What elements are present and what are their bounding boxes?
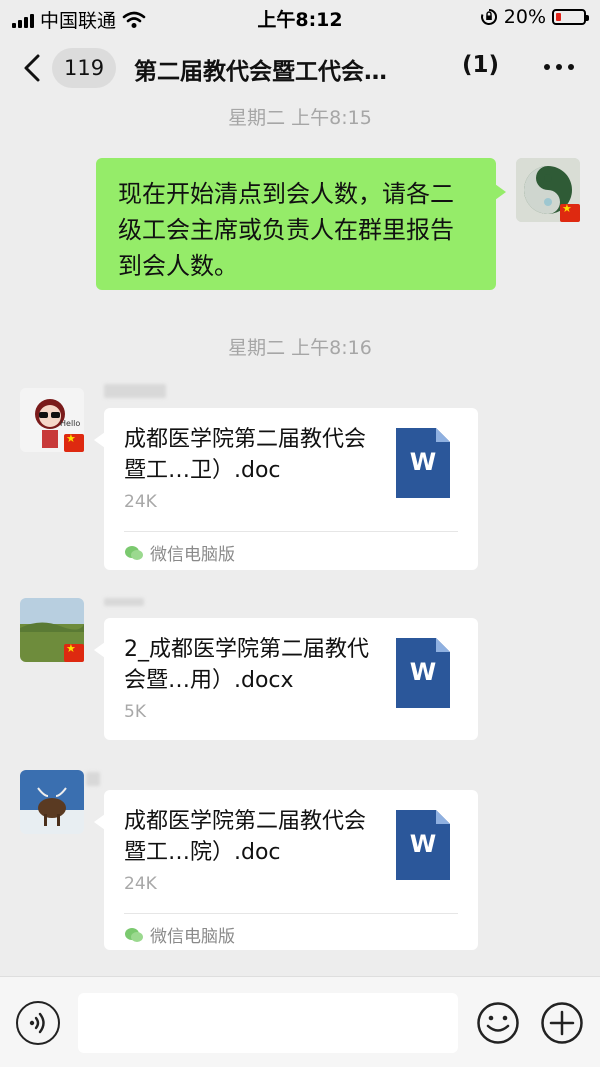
status-bar: 中国联通 上午8:12 20% (0, 0, 600, 34)
china-flag-icon (64, 642, 84, 662)
china-flag-icon (64, 432, 84, 452)
plus-icon[interactable] (540, 1001, 584, 1045)
file-size: 24K (124, 492, 157, 512)
sender-name (104, 598, 144, 606)
wechat-icon (125, 927, 143, 942)
more-options-icon[interactable] (544, 64, 574, 70)
timestamp: 星期二 上午8:16 (228, 337, 372, 359)
status-right: 20% (480, 6, 589, 28)
chat-header: 119 第二届教代会暨工代会… (1) (0, 34, 600, 102)
sender-name (104, 384, 166, 398)
china-flag-icon (560, 202, 580, 222)
file-message-card[interactable]: 2_成都医学院第二届教代会暨…用）.docx 5K W (94, 618, 478, 740)
timestamp: 星期二 上午8:15 (228, 107, 372, 129)
outgoing-message-bubble[interactable]: 现在开始清点到会人数，请各二级工会主席或负责人在群里报告到会人数。 (96, 158, 506, 290)
sender-name (86, 772, 100, 786)
battery-percent: 20% (503, 6, 546, 28)
orientation-lock-icon (480, 8, 497, 25)
word-icon-label: W (409, 448, 437, 476)
message-input[interactable] (78, 993, 458, 1053)
word-icon-label: W (409, 830, 437, 858)
source-label: 微信电脑版 (150, 927, 235, 947)
chat-title: 第二届教代会暨工代会… (134, 59, 387, 85)
file-size: 24K (124, 874, 157, 894)
file-source: 微信电脑版 (124, 540, 235, 565)
file-size: 5K (124, 702, 146, 722)
battery-icon (552, 9, 589, 25)
wechat-icon (125, 545, 143, 560)
back-icon[interactable] (18, 52, 50, 84)
file-message-card[interactable]: 成都医学院第二届教代会暨工…院）.doc 24K W 微信电脑版 (94, 790, 478, 950)
yak-avatar-icon (20, 770, 84, 834)
svg-text:Hello: Hello (60, 419, 80, 428)
file-message-card[interactable]: 成都医学院第二届教代会暨工…卫）.doc 24K W 微信电脑版 (94, 408, 478, 570)
unread-count-badge[interactable]: 119 (52, 48, 117, 88)
word-icon-label: W (409, 658, 437, 686)
file-name: 成都医学院第二届教代会暨工…卫）.doc (124, 427, 367, 483)
member-badge: (1) (462, 52, 500, 78)
source-label: 微信电脑版 (150, 545, 235, 565)
divider (124, 531, 458, 532)
file-name: 成都医学院第二届教代会暨工…院）.doc (124, 809, 367, 865)
voice-input-icon[interactable] (16, 1001, 60, 1045)
emoji-icon[interactable] (476, 1001, 520, 1045)
file-name: 2_成都医学院第二届教代会暨…用）.docx (124, 637, 369, 693)
sender-avatar[interactable] (20, 770, 84, 834)
file-source: 微信电脑版 (124, 922, 235, 947)
divider (124, 913, 458, 914)
input-bar (0, 976, 600, 1067)
